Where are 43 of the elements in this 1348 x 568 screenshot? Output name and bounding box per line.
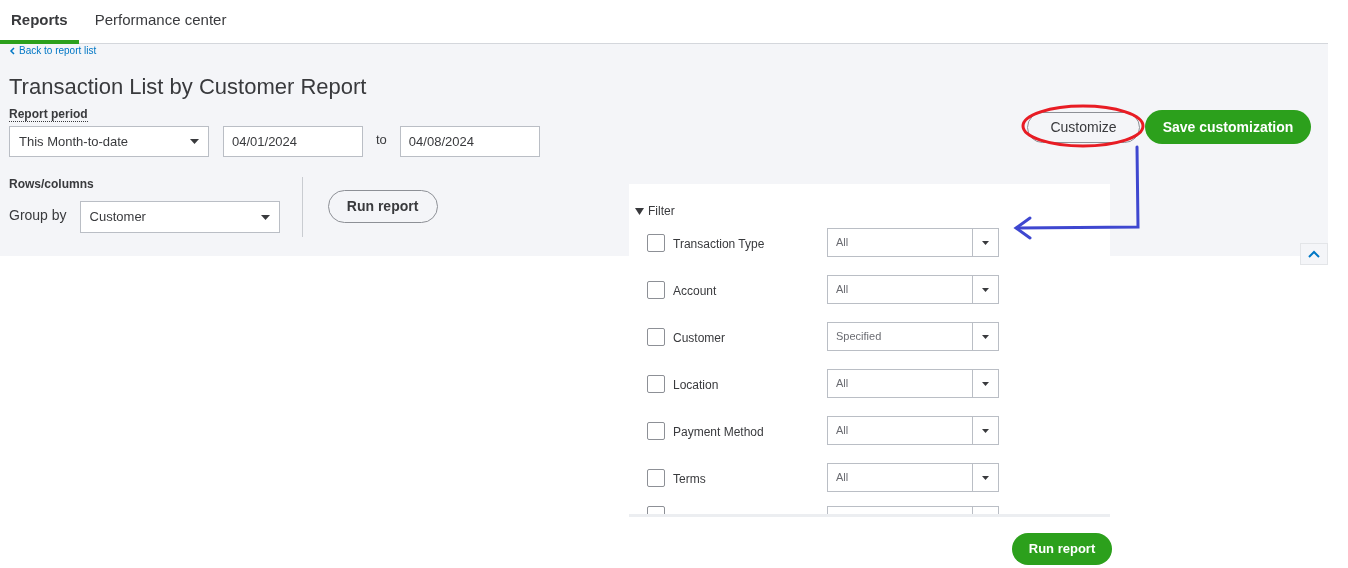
group-by-select[interactable]: Customer [79,201,280,233]
report-title: Transaction List by Customer Report [9,73,367,101]
filter-label: Terms [673,470,707,488]
filter-select[interactable]: All [827,275,999,304]
report-period-label: Report period [9,107,88,122]
dropdown-arrow-icon [982,334,989,339]
checkbox[interactable] [647,374,665,393]
checkbox[interactable] [647,327,665,346]
dropdown-arrow-icon [190,139,199,144]
checkbox[interactable] [647,233,665,252]
chevron-left-icon [9,47,15,55]
filter-label: Transaction Type [673,235,766,253]
rows-columns-label: Rows/columns [9,177,95,191]
scroll-up-button[interactable] [1300,243,1328,265]
checkbox[interactable] [647,280,665,299]
filter-select[interactable]: Specified [827,322,999,351]
filter-select[interactable]: All [827,369,999,398]
caret-icon[interactable] [635,207,644,215]
back-link[interactable]: Back to report list [9,45,97,57]
filter-select[interactable]: All [827,463,999,492]
end-date-field[interactable]: 04/08/2024 [399,126,540,157]
dropdown-arrow-icon [982,381,989,386]
filter-label: Payment Method [673,423,765,441]
filter-select[interactable]: All [827,416,999,445]
chevron-up-icon [1308,250,1320,258]
checkbox[interactable] [647,421,665,440]
dropdown-arrow-icon [982,475,989,480]
filter-heading[interactable]: Filter [648,202,675,220]
filter-label: Customer [673,329,726,347]
group-by-label: Group by [9,206,67,225]
to-label: to [376,130,387,149]
filter-select[interactable]: All [827,228,999,257]
checkbox[interactable] [647,468,665,487]
customize-button[interactable]: Customize [1027,112,1140,143]
dropdown-arrow-icon [260,214,270,220]
dropdown-arrow-icon [982,428,989,433]
dropdown-arrow-icon [982,287,989,292]
filter-label: Account [673,282,718,300]
tab[interactable]: Performance center [83,0,238,44]
report-period-select[interactable]: This Month-to-date [9,126,209,157]
dropdown-arrow-icon [982,240,989,245]
start-date-field[interactable]: 04/01/2024 [223,126,363,157]
filter-label: Location [673,376,720,394]
